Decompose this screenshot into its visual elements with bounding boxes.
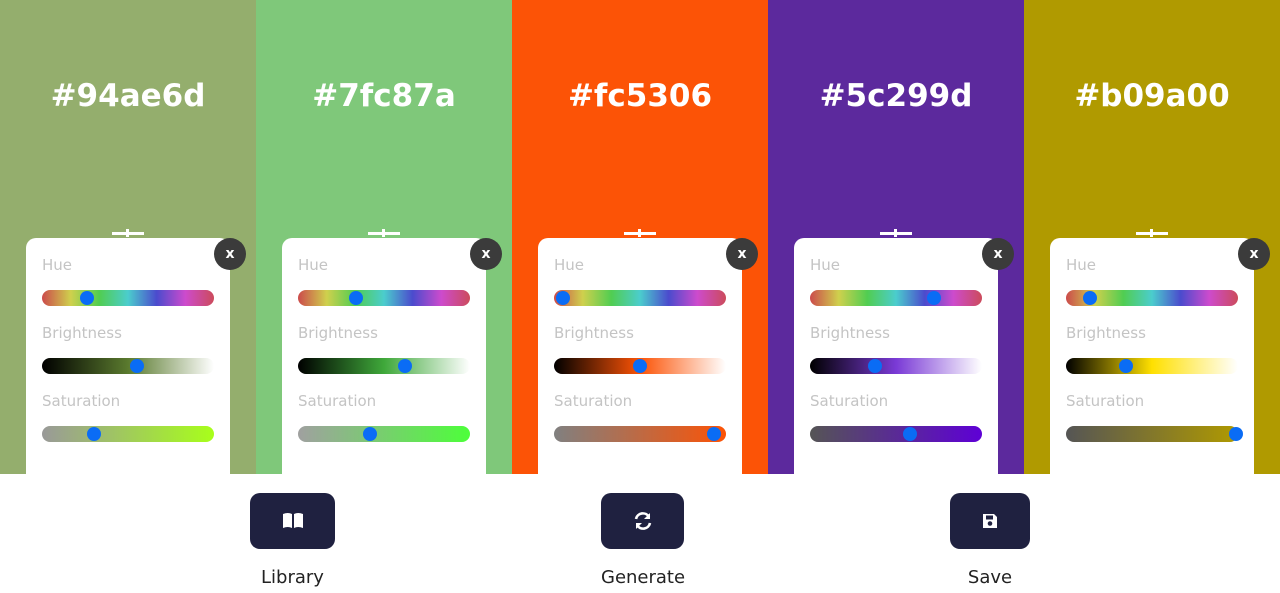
hue-label: Hue [1066, 256, 1097, 274]
color-swatch[interactable]: #5c299d x Hue Brightness Saturation [768, 0, 1024, 474]
hue-slider[interactable] [554, 290, 726, 306]
generate-action: Generate [601, 493, 686, 588]
save-button[interactable] [950, 493, 1030, 549]
hex-code[interactable]: #94ae6d [0, 78, 256, 114]
hex-code[interactable]: #fc5306 [512, 78, 768, 114]
saturation-label: Saturation [1066, 392, 1145, 410]
close-panel-button[interactable]: x [1238, 238, 1270, 270]
saturation-label: Saturation [42, 392, 121, 410]
brightness-slider[interactable] [1066, 358, 1238, 374]
brightness-label: Brightness [298, 324, 378, 342]
close-panel-button[interactable]: x [982, 238, 1014, 270]
brightness-slider[interactable] [554, 358, 726, 374]
saturation-slider[interactable] [554, 426, 726, 442]
library-action: Library [250, 493, 335, 588]
hue-label: Hue [298, 256, 329, 274]
palette: #94ae6d x Hue Brightness Saturation #7fc87a x H… [0, 0, 1280, 474]
saturation-slider[interactable] [1066, 426, 1244, 442]
hue-label: Hue [42, 256, 73, 274]
hue-label: Hue [554, 256, 585, 274]
save-label: Save [967, 567, 1013, 588]
saturation-slider-thumb[interactable] [706, 427, 721, 441]
hue-slider[interactable] [42, 290, 214, 306]
color-swatch[interactable]: #7fc87a x Hue Brightness Saturation [256, 0, 512, 474]
color-swatch[interactable]: #b09a00 x Hue Brightness Saturation [1024, 0, 1280, 474]
saturation-label: Saturation [554, 392, 633, 410]
saturation-slider-thumb[interactable] [1229, 427, 1244, 441]
saturation-slider-thumb[interactable] [902, 427, 917, 441]
brightness-label: Brightness [554, 324, 634, 342]
brightness-slider-thumb[interactable] [129, 359, 144, 373]
saturation-label: Saturation [810, 392, 889, 410]
saturation-label: Saturation [298, 392, 377, 410]
hue-slider-thumb[interactable] [79, 291, 94, 305]
brightness-slider[interactable] [810, 358, 982, 374]
library-label: Library [261, 567, 324, 588]
saturation-slider-thumb[interactable] [363, 427, 378, 441]
hue-slider[interactable] [298, 290, 470, 306]
adjust-panel: x Hue Brightness Saturation [794, 238, 1014, 474]
brightness-label: Brightness [810, 324, 890, 342]
color-swatch[interactable]: #94ae6d x Hue Brightness Saturation [0, 0, 256, 474]
saturation-slider-thumb[interactable] [86, 427, 101, 441]
bottom-toolbar: Library Generate Save [0, 474, 1280, 593]
generate-label: Generate [601, 567, 686, 588]
hue-label: Hue [810, 256, 841, 274]
adjust-panel: x Hue Brightness Saturation [538, 238, 758, 474]
hue-slider[interactable] [1066, 290, 1238, 306]
hue-slider-thumb[interactable] [555, 291, 570, 305]
hue-slider-thumb[interactable] [926, 291, 941, 305]
hex-code[interactable]: #7fc87a [256, 78, 512, 114]
hue-slider-thumb[interactable] [1083, 291, 1098, 305]
brightness-label: Brightness [42, 324, 122, 342]
brightness-slider-thumb[interactable] [633, 359, 647, 373]
adjust-panel: x Hue Brightness Saturation [282, 238, 502, 474]
saturation-slider[interactable] [42, 426, 214, 442]
saturation-slider[interactable] [810, 426, 982, 442]
hue-slider-thumb[interactable] [349, 291, 364, 305]
hue-slider[interactable] [810, 290, 982, 306]
floppy-disk-icon [983, 514, 997, 528]
generate-button[interactable] [601, 493, 684, 549]
book-icon [282, 513, 303, 528]
hex-code[interactable]: #b09a00 [1024, 78, 1280, 114]
close-panel-button[interactable]: x [726, 238, 758, 270]
adjust-panel: x Hue Brightness Saturation [1050, 238, 1270, 474]
adjust-panel: x Hue Brightness Saturation [26, 238, 246, 474]
close-panel-button[interactable]: x [214, 238, 246, 270]
hex-code[interactable]: #5c299d [768, 78, 1024, 114]
color-swatch[interactable]: #fc5306 x Hue Brightness Saturation [512, 0, 768, 474]
brightness-label: Brightness [1066, 324, 1146, 342]
brightness-slider-thumb[interactable] [868, 359, 883, 373]
brightness-slider[interactable] [42, 358, 214, 374]
saturation-slider[interactable] [298, 426, 470, 442]
save-action: Save [950, 493, 1030, 588]
brightness-slider-thumb[interactable] [397, 359, 412, 373]
close-panel-button[interactable]: x [470, 238, 502, 270]
library-button[interactable] [250, 493, 335, 549]
brightness-slider-thumb[interactable] [1119, 359, 1134, 373]
brightness-slider[interactable] [298, 358, 470, 374]
refresh-icon [634, 512, 651, 530]
